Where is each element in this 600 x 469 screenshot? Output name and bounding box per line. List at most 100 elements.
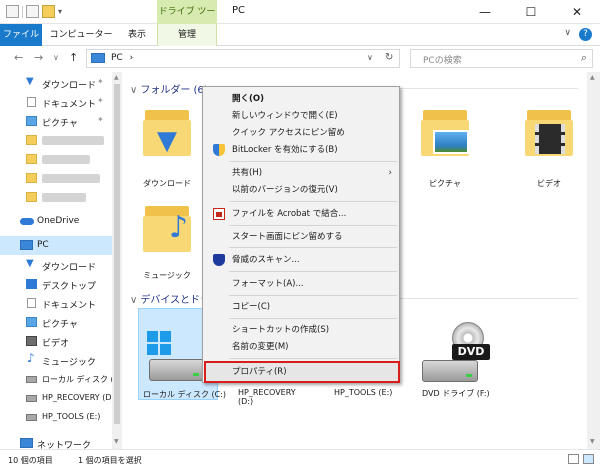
new-folder-icon[interactable] [42,5,55,18]
large-icons-view-icon[interactable] [583,454,594,464]
sidebar-item-videos[interactable]: ビデオ [0,332,112,351]
sidebar-item-music[interactable]: ミュージック [0,351,112,370]
address-bar[interactable]: PC › ∨ ↻ [86,49,400,68]
sidebar-item-downloads[interactable]: ダウンロード [0,256,112,275]
windows-logo-icon [147,331,171,355]
search-box[interactable]: PCの検索 ⌕ [410,49,593,68]
menu-item-copy[interactable]: コピー(C) [205,299,398,315]
sidebar-item-pc[interactable]: PC [0,236,112,255]
search-input[interactable]: PCの検索 [423,53,462,66]
sidebar-item-label: ドキュメント [42,100,97,110]
menu-item-scan-threats[interactable]: 脅威のスキャン... [205,252,398,268]
folder-downloads[interactable]: ▼ ダウンロード [132,102,202,192]
sidebar-item-blurred-folder[interactable] [0,188,112,207]
scroll-down-icon[interactable]: ▼ [114,438,119,445]
details-view-icon[interactable] [568,454,579,464]
menu-item-open[interactable]: 開く(O) [205,91,398,107]
sidebar-item-blurred-folder[interactable] [0,150,112,169]
network-icon [20,438,33,448]
menu-separator [229,358,397,359]
tab-file[interactable]: ファイル [0,24,42,46]
drive-dvd-f[interactable]: DVD DVD ドライブ (F:) [418,308,498,408]
scrollbar-thumb[interactable] [114,84,120,424]
content-scrollbar[interactable]: ▲ ▼ [587,72,600,449]
menu-item-format[interactable]: フォーマット(A)... [205,276,398,292]
folder-label: ダウンロード [143,179,191,188]
breadcrumb-pc[interactable]: PC [111,53,123,63]
customize-toolbar-icon[interactable]: ▾ [58,7,62,16]
menu-item-open-new-window[interactable]: 新しいウィンドウで開く(E) [205,108,398,124]
menu-item-share[interactable]: 共有(H) › [205,165,398,181]
sidebar-item-label: HP_RECOVERY (D:) [42,393,118,402]
menu-item-rename[interactable]: 名前の変更(M) [205,339,398,355]
refresh-icon[interactable]: ↻ [385,52,393,63]
sidebar-item-label: ミュージック [42,358,96,368]
pin-icon[interactable]: ✦ [97,96,104,105]
ribbon-controls: ∨ ? [564,28,592,41]
sidebar-item-pictures-pinned[interactable]: ピクチャ ✦ [0,112,112,131]
menu-item-create-shortcut[interactable]: ショートカットの作成(S) [205,322,398,338]
properties-icon[interactable] [26,5,39,18]
sidebar-item-local-disk-c[interactable]: ローカル ディスク (C:) [0,370,125,389]
scroll-down-icon[interactable]: ▼ [590,438,595,445]
maximize-button[interactable]: ☐ [508,0,554,24]
defender-icon [213,254,225,266]
menu-item-bitlocker[interactable]: BitLocker を有効にする(B) [205,142,398,158]
download-icon [26,76,37,88]
forward-button[interactable]: → [34,51,43,64]
explorer-app-icon[interactable] [6,5,19,18]
scroll-up-icon[interactable]: ▲ [114,74,119,81]
selection-count: 1 個の項目を選択 [78,456,142,465]
recent-locations-icon[interactable]: ∨ [53,53,59,62]
sidebar-item-documents-pinned[interactable]: ドキュメント ✦ [0,93,112,112]
pc-icon [91,53,105,63]
folder-label: ミュージック [143,271,191,280]
document-icon [27,97,36,107]
menu-item-restore-previous[interactable]: 以前のバージョンの復元(V) [205,182,398,198]
sidebar-item-blurred-folder[interactable] [0,169,112,188]
tab-view[interactable]: 表示 [118,24,156,46]
sidebar-item-downloads-pinned[interactable]: ダウンロード ✦ [0,74,112,93]
expand-ribbon-icon[interactable]: ∨ [564,28,571,41]
pin-icon[interactable]: ✦ [97,77,104,86]
menu-item-pin-quick-access[interactable]: クイック アクセスにピン留め [205,125,398,141]
folders-group-header[interactable]: ∨ フォルダー (6) [130,81,208,96]
tab-computer[interactable]: コンピューター [46,24,116,46]
menu-item-pin-start[interactable]: スタート画面にピン留めする [205,229,398,245]
acrobat-icon [213,208,225,220]
back-button[interactable]: ← [14,51,23,64]
help-icon[interactable]: ? [579,28,592,41]
search-icon[interactable]: ⌕ [581,51,587,65]
address-dropdown-icon[interactable]: ∨ [367,53,373,62]
scroll-up-icon[interactable]: ▲ [590,74,595,81]
collapse-icon[interactable]: ∨ [130,295,137,306]
up-button[interactable]: ↑ [69,51,78,64]
sidebar-item-documents[interactable]: ドキュメント [0,294,112,313]
redacted-label [42,174,100,183]
sidebar-item-desktop[interactable]: デスクトップ [0,275,112,294]
folder-music[interactable]: ♪ ミュージック [132,198,202,288]
close-button[interactable]: ✕ [554,0,600,24]
sidebar-item-onedrive[interactable]: OneDrive [0,212,112,231]
pin-icon[interactable]: ✦ [97,115,104,124]
sidebar-scrollbar[interactable]: ▲ ▼ [112,72,122,449]
sidebar-item-hp-recovery[interactable]: HP_RECOVERY (D:) [0,389,117,408]
hard-drive-icon [149,359,205,381]
sidebar-item-blurred-folder[interactable] [0,131,112,150]
sidebar-item-label: ドキュメント [42,301,97,311]
sidebar-item-label: ピクチャ [42,119,78,129]
minimize-button[interactable]: — [462,0,508,24]
sidebar-item-hp-tools[interactable]: HP_TOOLS (E:) [0,408,112,427]
tab-manage[interactable]: 管理 [157,24,217,46]
collapse-icon[interactable]: ∨ [130,85,137,96]
folder-icon [26,173,37,183]
drive-label: HP_TOOLS (E:) [334,388,393,397]
folder-pictures[interactable]: ピクチャ [410,102,480,192]
breadcrumb-separator[interactable]: › [130,53,134,63]
redacted-label [42,193,86,202]
folder-icon [421,106,469,156]
menu-item-properties[interactable]: プロパティ(R) [205,364,398,380]
sidebar-item-pictures[interactable]: ピクチャ [0,313,112,332]
menu-item-acrobat-combine[interactable]: ファイルを Acrobat で結合... [205,206,398,222]
folder-videos[interactable]: ビデオ [514,102,584,192]
